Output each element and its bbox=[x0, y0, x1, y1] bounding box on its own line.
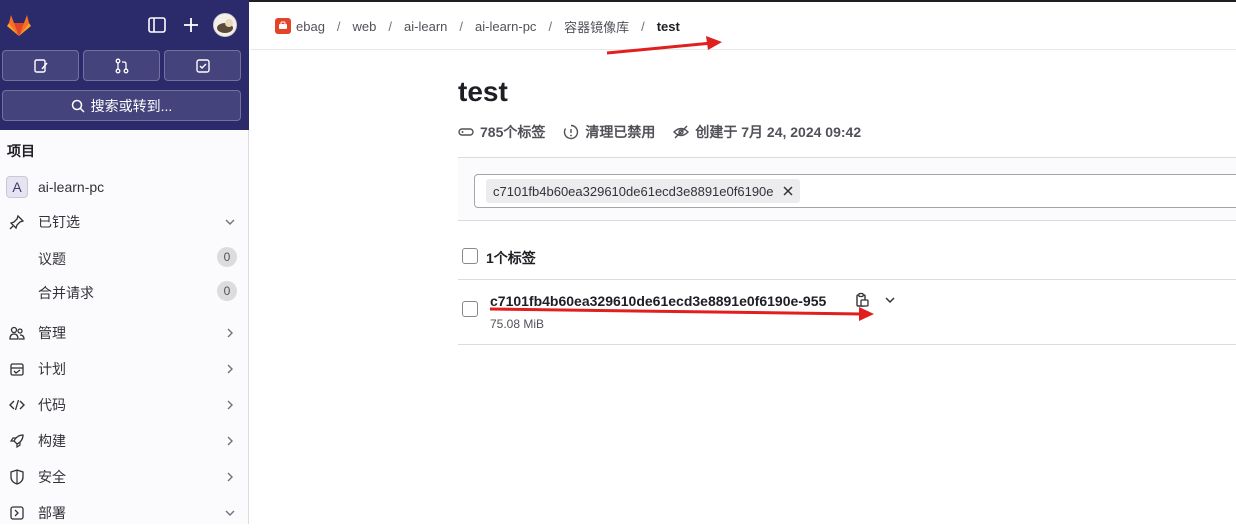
filter-search-input[interactable]: c7101fb4b60ea329610de61ecd3e8891e0f6190e bbox=[474, 174, 1236, 208]
filter-token-text: c7101fb4b60ea329610de61ecd3e8891e0f6190e bbox=[493, 183, 774, 199]
chevron-right-icon bbox=[227, 436, 233, 446]
sidebar-header: 搜索或转到... bbox=[0, 0, 249, 130]
breadcrumb-separator: / bbox=[336, 18, 341, 34]
sidebar-item-manage[interactable]: 管理 bbox=[0, 315, 249, 351]
todo-shortcut-button[interactable] bbox=[164, 50, 241, 81]
pin-icon bbox=[9, 214, 25, 230]
code-icon bbox=[9, 399, 25, 411]
sidebar-item-code[interactable]: 代码 bbox=[0, 387, 249, 423]
search-button[interactable]: 搜索或转到... bbox=[2, 90, 241, 121]
breadcrumb-item[interactable]: web bbox=[353, 19, 377, 34]
copy-icon[interactable] bbox=[854, 292, 870, 308]
search-label: 搜索或转到... bbox=[90, 97, 173, 114]
breadcrumb-item[interactable]: ebag bbox=[296, 19, 325, 34]
plus-icon[interactable] bbox=[180, 14, 202, 36]
gitlab-logo-icon[interactable] bbox=[6, 12, 32, 38]
todo-icon bbox=[195, 58, 210, 73]
sidebar-item-plan[interactable]: 计划 bbox=[0, 351, 249, 387]
group-avatar-icon bbox=[275, 18, 291, 34]
sidebar-item-label: 计划 bbox=[38, 361, 66, 377]
rocket-icon bbox=[9, 434, 24, 449]
breadcrumb-separator: / bbox=[388, 18, 393, 34]
header-divider bbox=[250, 49, 1236, 50]
sidebar: 搜索或转到... 项目 A ai-learn-pc 已钉选 议题 0 合并请求 … bbox=[0, 0, 249, 524]
deploy-icon bbox=[10, 506, 24, 520]
row-checkbox[interactable] bbox=[462, 301, 478, 317]
close-icon[interactable] bbox=[782, 185, 794, 197]
sidebar-item-deploy[interactable]: 部署 bbox=[0, 495, 249, 531]
sidebar-item-secure[interactable]: 安全 bbox=[0, 459, 249, 495]
sidebar-item-label: 代码 bbox=[38, 397, 66, 413]
tag-size: 75.08 MiB bbox=[490, 317, 545, 331]
sidebar-toggle-icon[interactable] bbox=[146, 14, 168, 36]
breadcrumb-item[interactable]: ai-learn bbox=[404, 19, 447, 34]
sidebar-item-label: 已钉选 bbox=[38, 214, 80, 230]
breadcrumb-separator: / bbox=[641, 18, 645, 34]
project-name: ai-learn-pc bbox=[38, 179, 105, 195]
sidebar-item-build[interactable]: 构建 bbox=[0, 423, 249, 459]
eye-slash-icon bbox=[673, 125, 690, 139]
sidebar-item-label: 安全 bbox=[38, 469, 66, 485]
tags-list-header: 1个标签 bbox=[458, 240, 1236, 280]
table-row: c7101fb4b60ea329610de61ecd3e8891e0f6190e… bbox=[458, 281, 1236, 345]
chevron-right-icon bbox=[227, 364, 233, 374]
sidebar-item-label: 部署 bbox=[38, 505, 66, 521]
page-title: test bbox=[458, 76, 508, 107]
count-badge: 0 bbox=[217, 247, 237, 267]
tags-list-count: 1个标签 bbox=[486, 250, 536, 266]
chevron-down-icon[interactable] bbox=[884, 294, 896, 306]
project-link[interactable]: A ai-learn-pc bbox=[6, 176, 104, 198]
expire-icon bbox=[564, 124, 579, 140]
filter-bar: c7101fb4b60ea329610de61ecd3e8891e0f6190e bbox=[458, 157, 1236, 221]
section-title: 项目 bbox=[7, 143, 35, 159]
breadcrumb-item[interactable]: ai-learn-pc bbox=[475, 19, 536, 34]
tags-count-text: 785个标签 bbox=[480, 124, 546, 140]
chevron-right-icon bbox=[227, 400, 233, 410]
sidebar-item-label: 议题 bbox=[38, 251, 66, 267]
issues-icon bbox=[33, 58, 48, 73]
project-avatar: A bbox=[6, 176, 28, 198]
merge-request-icon bbox=[115, 58, 128, 73]
users-icon bbox=[9, 326, 25, 340]
chevron-down-icon bbox=[225, 510, 235, 516]
cleanup-status: 清理已禁用 bbox=[563, 122, 655, 142]
chevron-right-icon bbox=[227, 328, 233, 338]
sidebar-item-issues[interactable]: 议题 0 bbox=[0, 240, 249, 274]
sidebar-item-pinned[interactable]: 已钉选 bbox=[0, 204, 249, 240]
created-date-text: 创建于 7月 24, 2024 09:42 bbox=[695, 124, 862, 140]
breadcrumb-current[interactable]: test bbox=[657, 19, 680, 34]
user-avatar[interactable] bbox=[213, 13, 237, 37]
breadcrumb-separator: / bbox=[548, 18, 553, 34]
merge-requests-shortcut-button[interactable] bbox=[83, 50, 160, 81]
chevron-right-icon bbox=[227, 472, 233, 482]
sidebar-item-merge-requests[interactable]: 合并请求 0 bbox=[0, 274, 249, 308]
created-date: 创建于 7月 24, 2024 09:42 bbox=[673, 122, 861, 142]
breadcrumb-item[interactable]: 容器镜像库 bbox=[564, 17, 629, 36]
chevron-down-icon bbox=[225, 219, 235, 225]
tag-icon bbox=[458, 128, 474, 136]
breadcrumb-separator: / bbox=[459, 18, 464, 34]
count-badge: 0 bbox=[217, 281, 237, 301]
cleanup-status-text: 清理已禁用 bbox=[585, 124, 656, 140]
image-metadata: 785个标签 清理已禁用 创建于 7月 24, 2024 09:42 bbox=[458, 122, 861, 142]
issues-shortcut-button[interactable] bbox=[2, 50, 79, 81]
sidebar-item-label: 构建 bbox=[38, 433, 66, 449]
tag-name: c7101fb4b60ea329610de61ecd3e8891e0f6190e… bbox=[490, 293, 827, 309]
calendar-icon bbox=[10, 363, 24, 376]
breadcrumb: ebag / web / ai-learn / ai-learn-pc / 容器… bbox=[275, 12, 680, 40]
select-all-checkbox[interactable] bbox=[462, 248, 478, 264]
search-icon bbox=[71, 99, 85, 113]
shield-icon bbox=[10, 469, 24, 485]
sidebar-item-label: 合并请求 bbox=[38, 285, 94, 301]
sidebar-item-label: 管理 bbox=[38, 325, 66, 341]
tags-count: 785个标签 bbox=[458, 122, 545, 142]
filter-token[interactable]: c7101fb4b60ea329610de61ecd3e8891e0f6190e bbox=[486, 179, 800, 203]
